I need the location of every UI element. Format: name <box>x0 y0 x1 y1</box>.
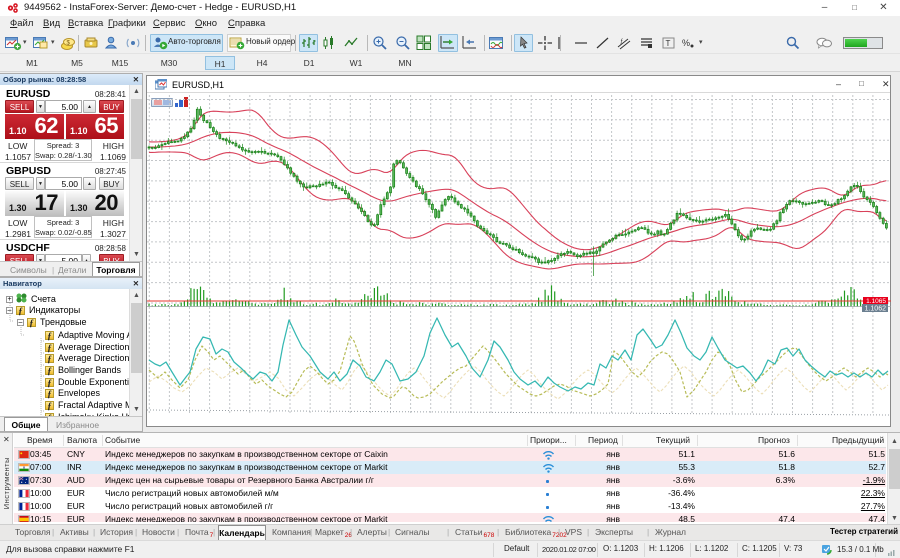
svg-text:T: T <box>666 39 671 48</box>
svg-text:1.1065: 1.1065 <box>866 298 886 305</box>
svg-text:%: % <box>682 38 690 48</box>
svg-text:ƒ: ƒ <box>620 39 623 45</box>
svg-text:1.1062: 1.1062 <box>865 306 887 313</box>
